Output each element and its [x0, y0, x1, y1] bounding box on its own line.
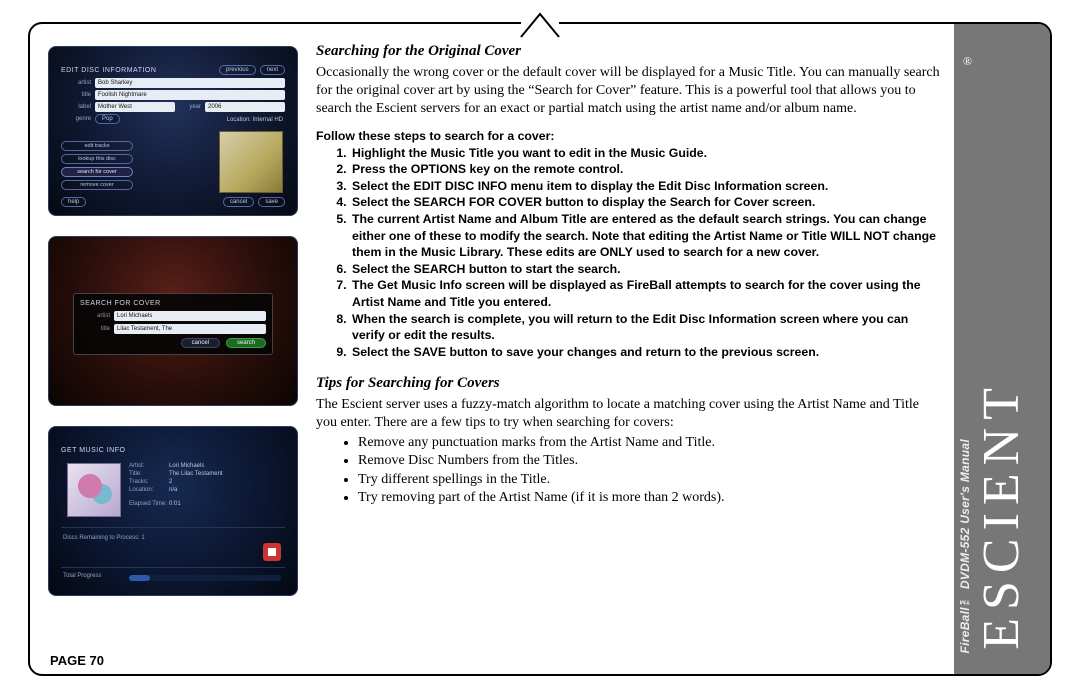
search-for-cover-button[interactable]: search for cover	[61, 167, 133, 177]
total-progress-label: Total Progress	[63, 573, 101, 579]
cover-art-thumb	[67, 463, 121, 517]
help-button[interactable]: help	[61, 197, 86, 207]
previous-button[interactable]: previous	[219, 65, 256, 75]
stop-icon[interactable]	[263, 543, 281, 561]
step-item: When the search is complete, you will re…	[350, 311, 942, 344]
page-number: PAGE 70	[50, 653, 104, 668]
step-item: Select the EDIT DISC INFO menu item to d…	[350, 178, 942, 195]
location-label: Location: Internal HD	[227, 117, 283, 123]
artist-input[interactable]: Bob Sharkey	[95, 78, 285, 88]
text-column: Searching for the Original Cover Occasio…	[316, 40, 942, 654]
lookup-disc-button[interactable]: lookup this disc	[61, 154, 133, 164]
manual-title: FireBall™ DVDM-552 User's Manual	[958, 439, 972, 654]
save-button[interactable]: save	[258, 197, 285, 207]
label-title: title	[80, 326, 110, 332]
divider	[61, 567, 285, 568]
year-input[interactable]: 2006	[205, 102, 285, 112]
remove-cover-button[interactable]: remove cover	[61, 180, 133, 190]
tip-item: Remove Disc Numbers from the Titles.	[358, 452, 942, 470]
panel-title: EDIT DISC INFORMATION	[61, 67, 156, 74]
label-input[interactable]: Mother West	[95, 102, 175, 112]
label-artist: artist	[80, 313, 110, 319]
section-paragraph: Occasionally the wrong cover or the defa…	[316, 64, 942, 119]
next-button[interactable]: next	[260, 65, 285, 75]
section-heading: Searching for the Original Cover	[316, 42, 942, 62]
cancel-button[interactable]: cancel	[181, 338, 220, 348]
music-info-meta: Artist:Lori Michaels Title:The Lilac Tes…	[129, 463, 223, 507]
divider	[61, 527, 285, 528]
tip-item: Try removing part of the Artist Name (if…	[358, 489, 942, 507]
label-genre: genre	[61, 116, 91, 122]
steps-intro: Follow these steps to search for a cover…	[316, 128, 942, 145]
label-title: title	[61, 92, 91, 98]
progress-bar	[129, 575, 281, 581]
genre-select[interactable]: Pop	[95, 114, 120, 124]
screenshot-search-for-cover: SEARCH FOR COVER artist Lori Michaels tit…	[48, 236, 298, 406]
cancel-button[interactable]: cancel	[223, 197, 254, 207]
screenshot-get-music-info: GET MUSIC INFO Artist:Lori Michaels Titl…	[48, 426, 298, 596]
page-content: EDIT DISC INFORMATION previous next arti…	[48, 40, 942, 654]
label-artist: artist	[61, 80, 91, 86]
registered-mark: ®	[963, 54, 972, 69]
cover-art-thumb	[219, 131, 283, 193]
section-heading: Tips for Searching for Covers	[316, 374, 942, 394]
screenshot-edit-disc-info: EDIT DISC INFORMATION previous next arti…	[48, 46, 298, 216]
tip-item: Try different spellings in the Title.	[358, 471, 942, 489]
artist-input[interactable]: Lori Michaels	[114, 311, 266, 321]
section-paragraph: The Escient server uses a fuzzy-match al…	[316, 396, 942, 432]
title-input[interactable]: Foolish Nightmare	[95, 90, 285, 100]
panel-title: SEARCH FOR COVER	[80, 300, 266, 307]
discs-remaining-label: Discs Remaining to Process: 1	[63, 535, 145, 541]
label-year: year	[179, 104, 201, 110]
tips-list: Remove any punctuation marks from the Ar…	[316, 434, 942, 507]
step-item: Select the SEARCH FOR COVER button to di…	[350, 194, 942, 211]
page-notch	[521, 9, 559, 35]
step-item: Highlight the Music Title you want to ed…	[350, 145, 942, 162]
step-item: Press the OPTIONS key on the remote cont…	[350, 161, 942, 178]
step-item: Select the SAVE button to save your chan…	[350, 344, 942, 361]
step-item: Select the SEARCH button to start the se…	[350, 261, 942, 278]
tip-item: Remove any punctuation marks from the Ar…	[358, 434, 942, 452]
step-item: The Get Music Info screen will be displa…	[350, 277, 942, 310]
steps-list: Highlight the Music Title you want to ed…	[316, 145, 942, 361]
brand-logo-text: ESCIENT	[976, 380, 1028, 650]
label-label: label	[61, 104, 91, 110]
step-item: The current Artist Name and Album Title …	[350, 211, 942, 261]
search-button[interactable]: search	[226, 338, 266, 348]
panel-title: GET MUSIC INFO	[61, 447, 125, 454]
screenshot-column: EDIT DISC INFORMATION previous next arti…	[48, 40, 298, 654]
title-input[interactable]: Lilac Testament, The	[114, 324, 266, 334]
edit-tracks-button[interactable]: edit tracks	[61, 141, 133, 151]
